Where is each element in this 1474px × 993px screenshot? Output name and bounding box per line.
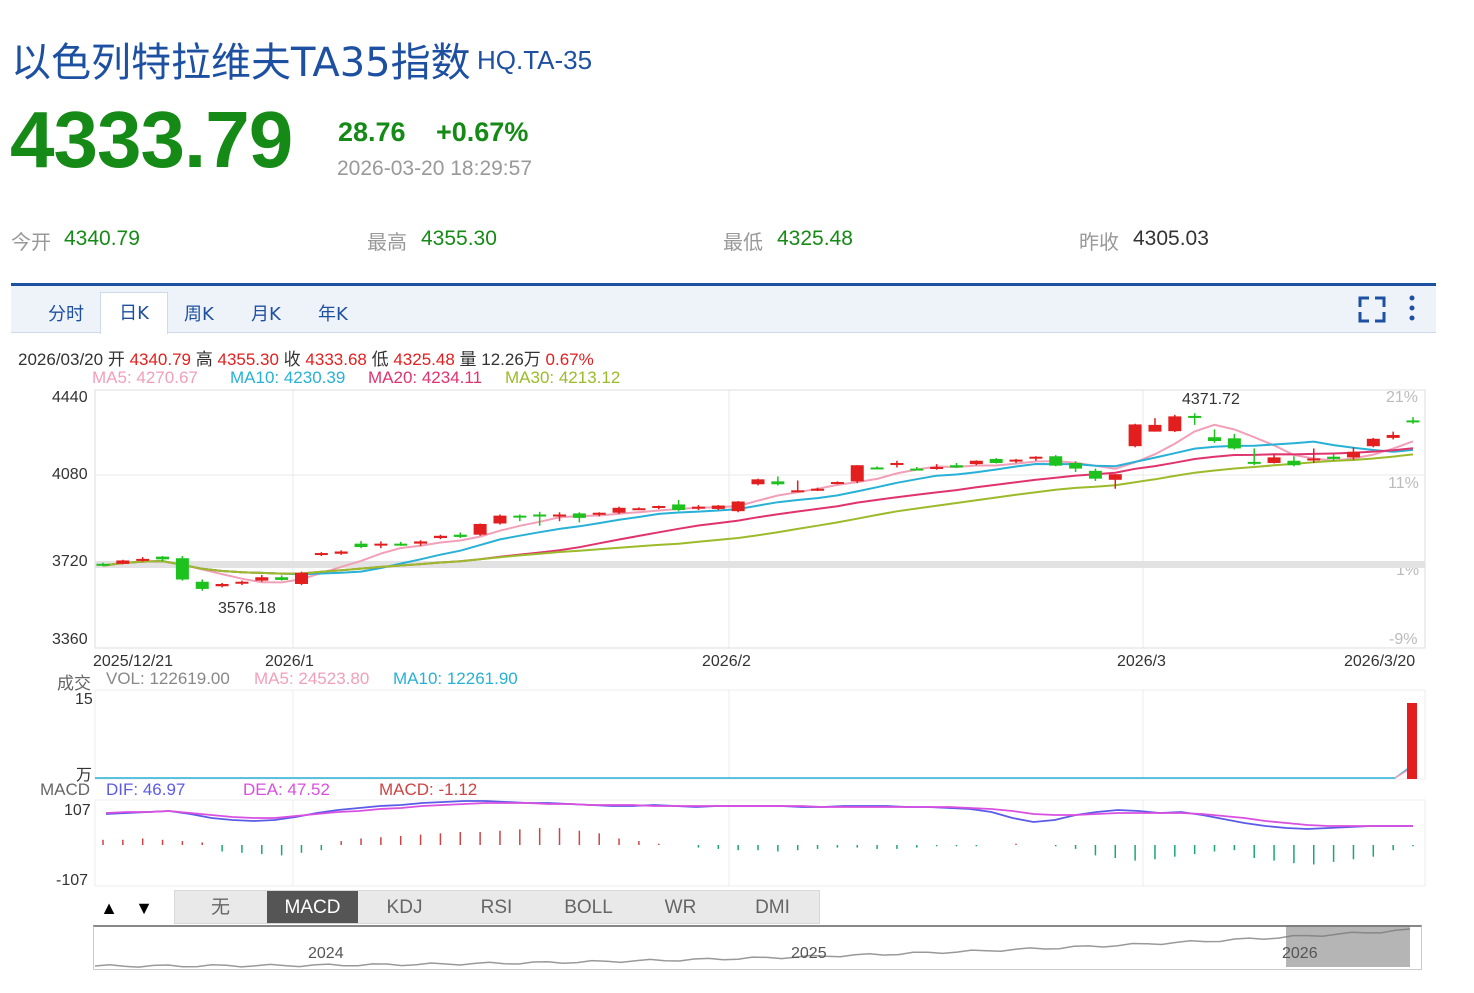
candle-body (156, 556, 170, 560)
candle-body (195, 581, 209, 589)
nav-year-2025: 2025 (791, 945, 827, 962)
candle-body (1049, 456, 1063, 466)
candle-body (1069, 462, 1083, 469)
candle-body (513, 515, 527, 518)
candle-body (453, 534, 467, 537)
indicator-kdj[interactable]: KDJ (359, 891, 450, 923)
candle-body (275, 577, 289, 580)
candle-body (930, 467, 944, 470)
candle-body (394, 543, 408, 546)
candle-body (1287, 460, 1301, 466)
ma5-line (102, 423, 1414, 584)
candle-body (592, 512, 606, 515)
candle-body (811, 488, 825, 491)
candle-body (175, 558, 189, 580)
candle-body (294, 572, 308, 584)
candle-body (533, 514, 547, 517)
candle-body (473, 523, 487, 535)
indicator-rsi[interactable]: RSI (451, 891, 542, 923)
candle-body (553, 514, 567, 517)
candle-body (1227, 438, 1241, 449)
candle-body (1108, 474, 1122, 480)
scroll-down-button[interactable]: ▼ (129, 893, 159, 923)
candle-body (890, 462, 904, 465)
ma10-line (102, 440, 1414, 576)
candle-body (1188, 415, 1202, 418)
candle-body (632, 508, 646, 511)
candle-body (969, 460, 983, 465)
candle-body (830, 482, 844, 485)
candle-body (235, 581, 249, 584)
indicator-macd[interactable]: MACD (267, 891, 358, 923)
candle-body (1168, 416, 1182, 432)
candle-body (910, 468, 924, 471)
candle-body (1208, 437, 1222, 442)
candle-body (374, 543, 388, 546)
candlestick-chart (94, 389, 1426, 968)
candle-body (1307, 458, 1321, 461)
candle-body (334, 551, 348, 554)
candle-body (96, 563, 110, 566)
candle-body (771, 481, 785, 485)
indicator-wr[interactable]: WR (635, 891, 726, 923)
candle-body (1346, 451, 1360, 458)
volume-bar-last (1407, 703, 1417, 779)
candle-body (652, 506, 666, 509)
nav-year-2024: 2024 (308, 945, 344, 962)
candle-body (1247, 461, 1261, 464)
macd-panel-frame (94, 799, 1426, 887)
dea-line (105, 802, 1413, 827)
indicator-none[interactable]: 无 (175, 891, 266, 923)
candle-body (691, 506, 705, 509)
candle-body (1128, 424, 1142, 447)
candle-body (354, 543, 368, 548)
candle-body (672, 504, 686, 511)
volume-panel-frame (94, 689, 1426, 780)
candle-body (314, 553, 328, 556)
nav-year-2026: 2026 (1282, 945, 1318, 962)
prev-close-band (95, 561, 1425, 568)
price-panel-frame (94, 389, 1426, 649)
range-navigator[interactable] (93, 925, 1422, 970)
candle-body (1009, 459, 1023, 462)
candle-body (215, 583, 229, 587)
indicator-boll[interactable]: BOLL (543, 891, 634, 923)
candle-body (612, 507, 626, 513)
candle-body (731, 501, 745, 512)
candle-body (751, 479, 765, 485)
candle-body (1088, 470, 1102, 479)
ma30-line (102, 453, 1414, 575)
candle-body (572, 513, 586, 518)
ma20-line (102, 447, 1414, 575)
candle-body (711, 505, 725, 509)
candle-body (870, 467, 884, 470)
candle-body (255, 577, 269, 581)
scroll-up-button[interactable]: ▲ (94, 893, 124, 923)
candle-body (1406, 420, 1420, 423)
candle-body (493, 515, 507, 524)
candle-body (136, 558, 150, 561)
indicator-dmi[interactable]: DMI (727, 891, 818, 923)
candle-body (1366, 438, 1380, 447)
candle-body (949, 465, 963, 468)
candle-body (1029, 456, 1043, 459)
candle-body (850, 465, 864, 482)
candle-body (414, 541, 428, 544)
candle-body (989, 458, 1003, 463)
candle-body (791, 490, 805, 493)
candle-body (1148, 424, 1162, 432)
candle-body (1386, 434, 1400, 438)
candle-body (1267, 457, 1281, 463)
candle-body (1327, 456, 1341, 459)
candle-body (433, 535, 447, 539)
candle-body (116, 560, 130, 564)
